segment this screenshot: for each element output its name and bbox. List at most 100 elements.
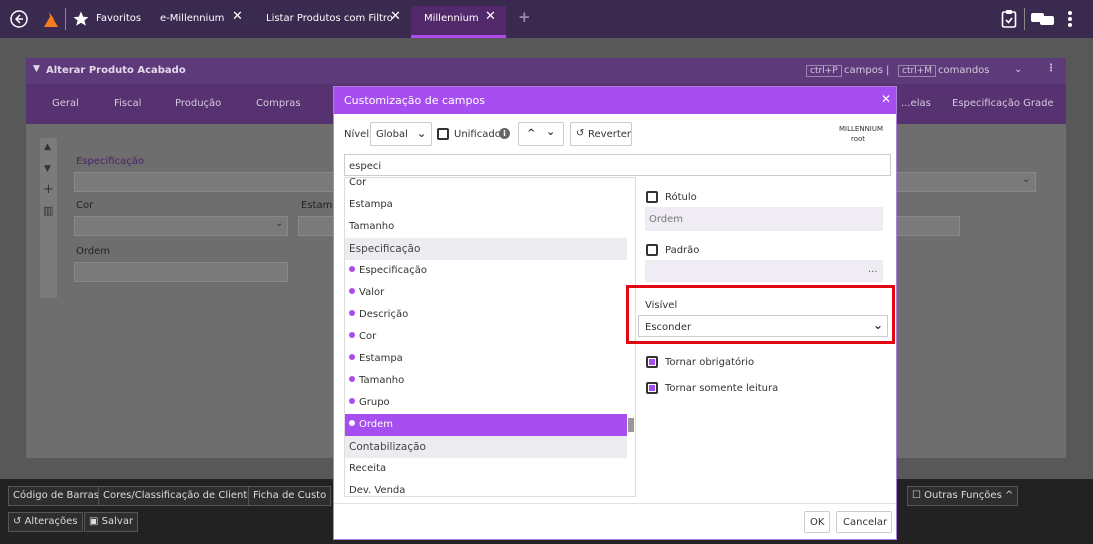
list-item[interactable]: Cor [345,177,627,194]
user-name: root [851,135,866,143]
dialog-footer-divider [334,503,896,504]
cancel-button[interactable]: Cancelar [836,511,892,533]
padrao-label: Padrão [665,245,700,256]
shortcut-campos[interactable]: campos [844,65,883,76]
ordem-field[interactable] [74,262,288,282]
customizacao-dialog: Customização de campos ✕ Nível Global ⌄ … [333,86,897,540]
tab-geral[interactable]: Geral [52,98,79,109]
nivel-select[interactable]: Global ⌄ [370,122,432,146]
info-icon: i [499,128,510,139]
tab-compras[interactable]: Compras [256,98,301,109]
collapse-icon[interactable]: ▼ [33,64,40,74]
list-group-header[interactable]: Contabilização [345,436,627,458]
chat-icon[interactable] [1031,11,1055,27]
trash-icon[interactable]: ▥ [43,204,53,217]
padrao-input[interactable]: ... [645,260,883,282]
add-icon[interactable]: + [43,182,54,197]
list-item[interactable]: Receita [345,458,627,480]
shortcut-comandos[interactable]: comandos [938,65,990,76]
list-item-label: Dev. Venda [349,485,406,496]
close-icon[interactable]: ✕ [485,9,496,24]
rotulo-input[interactable]: Ordem [645,207,883,231]
bullet-icon [349,310,355,316]
rotulo-checkbox[interactable] [646,191,658,203]
back-icon[interactable] [10,10,28,28]
label-cor: Cor [76,200,94,211]
more-icon[interactable] [1067,10,1073,28]
bullet-icon [349,376,355,382]
list-item[interactable]: Dev. Venda [345,480,627,496]
ok-button[interactable]: OK [804,511,830,533]
list-item[interactable]: Estampa [345,194,627,216]
chevron-down-icon[interactable]: ⌄ [1014,64,1022,75]
list-item[interactable]: Grupo [345,392,627,414]
down-icon[interactable]: ▼ [44,164,51,174]
bullet-icon [349,288,355,294]
list-scrollbar[interactable] [628,418,634,432]
tab-producao[interactable]: Produção [175,98,221,109]
ficha-custo-button[interactable]: Ficha de Custo [248,486,332,506]
up-icon[interactable]: ▲ [44,142,51,152]
list-group-header[interactable]: Especificação [345,238,627,260]
clipboard-icon[interactable] [1001,9,1017,29]
close-icon[interactable]: ✕ [390,9,401,24]
search-input[interactable]: especi [344,154,891,176]
visivel-select[interactable]: Esconder ⌄ [638,315,888,337]
list-item[interactable]: Ordem [345,414,627,436]
tab-e-millennium[interactable]: e-Millennium [160,13,224,24]
nivel-value: Global [376,129,408,140]
tab-favoritos[interactable]: Favoritos [96,13,141,24]
tab-listar-produtos[interactable]: Listar Produtos com Filtro [266,13,393,24]
bullet-icon [349,332,355,338]
list-item[interactable]: Cor [345,326,627,348]
list-item[interactable]: Especificação [345,260,627,282]
outras-funcoes-button[interactable]: ☐ Outras Funções ^ [907,486,1019,506]
tab-millennium[interactable]: Millennium [424,13,479,24]
alteracoes-button[interactable]: ↺ Alterações [8,512,83,532]
chevron-up-icon[interactable]: ^ [527,128,535,139]
edit-icon: ☐ [912,490,921,501]
cancel-label: Cancelar [843,517,888,528]
chevron-down-icon[interactable]: ⌄ [1022,174,1030,185]
unificado-checkbox[interactable] [437,128,449,140]
chevron-down-icon[interactable]: ⌄ [275,218,283,229]
especificacao-grade-field[interactable] [896,172,1036,192]
tab-tabelas[interactable]: ...elas [901,98,931,109]
estampa-field[interactable] [298,216,334,236]
list-item-label: Tamanho [359,375,405,386]
cores-classificacao-button[interactable]: Cores/Classificação de Cliente [98,486,259,506]
somente-leitura-checkbox[interactable] [646,382,658,394]
reverter-button[interactable]: ↺ Reverter [570,122,632,146]
left-toolbar: ▲ ▼ + ▥ [40,138,57,298]
chevron-down-icon[interactable]: ⌄ [546,125,555,138]
tab-fiscal[interactable]: Fiscal [114,98,141,109]
salvar-label: Salvar [101,516,134,527]
cor-field[interactable] [74,216,288,236]
bullet-icon [349,420,355,426]
padrao-checkbox[interactable] [646,244,658,256]
list-item-label: Especificação [349,243,421,255]
close-icon[interactable]: ✕ [232,9,243,24]
alteracoes-label: Alterações [24,516,78,527]
list-item[interactable]: Descrição [345,304,627,326]
close-icon[interactable]: ✕ [881,92,891,106]
codigo-barras-button[interactable]: Código de Barras [8,486,104,506]
list-item[interactable]: Estampa [345,348,627,370]
list-item[interactable]: Valor [345,282,627,304]
more-icon[interactable]: ⋮ [1046,63,1056,74]
tab-especificacao-grade[interactable]: Especificação Grade [952,98,1054,109]
add-tab-icon[interactable]: + [518,8,531,26]
list-item-label: Tamanho [349,221,395,232]
salvar-button[interactable]: ▣ Salvar [84,512,139,532]
list-item[interactable]: Tamanho [345,370,627,392]
list-item-label: Receita [349,463,387,474]
especificacao-field[interactable] [74,172,334,192]
star-icon[interactable] [72,10,90,28]
padrao-ellipsis-button[interactable]: ... [868,264,878,275]
obrigatorio-checkbox[interactable] [646,356,658,368]
right-field[interactable] [896,216,960,236]
chevron-down-icon: ⌄ [417,127,427,140]
rotulo-value: Ordem [649,214,684,225]
list-item-label: Cor [349,177,367,188]
list-item[interactable]: Tamanho [345,216,627,238]
